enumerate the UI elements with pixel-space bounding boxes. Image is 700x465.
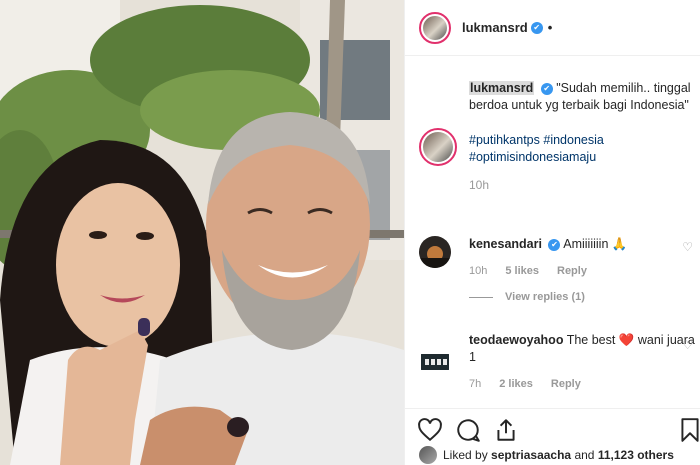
comment-time[interactable]: 10h	[469, 265, 487, 277]
comment-like-heart-icon[interactable]: ♡	[682, 338, 693, 352]
view-replies-label: View replies (1)	[505, 291, 585, 303]
hashtag-link[interactable]: #optimisindonesiamaju	[469, 150, 596, 164]
separator-dot: •	[547, 20, 553, 35]
action-bar	[405, 408, 700, 448]
heart-icon[interactable]	[417, 417, 443, 443]
verified-icon: ✔	[540, 82, 553, 95]
comment-item: teodaewoyahoo The best ❤️ wani juara 1 ♡…	[419, 332, 695, 390]
view-replies-button[interactable]: View replies (1)	[469, 291, 695, 303]
bookmark-icon[interactable]	[677, 417, 700, 443]
liked-by-row: Liked by septriasaacha and 11,123 others	[419, 446, 674, 464]
hashtag-list: #putihkantps #indonesia #optimisindonesi…	[469, 132, 691, 166]
caption-time[interactable]: 10h	[469, 178, 691, 192]
comment-text: Amiiiiiiin 🙏	[563, 237, 628, 251]
reply-button[interactable]: Reply	[557, 265, 587, 277]
liked-by-prefix: Liked by	[443, 448, 488, 462]
photo-illustration	[0, 0, 404, 465]
verified-icon: ✔	[548, 238, 561, 251]
comment-icon[interactable]	[455, 417, 481, 443]
hashtag-link[interactable]: #indonesia	[543, 133, 603, 147]
commenter-username[interactable]: kenesandari	[469, 237, 542, 251]
verified-icon: ✔	[530, 21, 543, 34]
share-icon[interactable]	[493, 417, 519, 443]
author-username[interactable]: lukmansrd	[462, 20, 528, 35]
comment-likes[interactable]: 5 likes	[505, 265, 539, 277]
comment-likes[interactable]: 2 likes	[499, 378, 533, 390]
comment-item: kenesandari ✔ Amiiiiiiin 🙏 ♡ 10h 5 likes…	[419, 236, 695, 303]
comment-time[interactable]: 7h	[469, 378, 481, 390]
post-photo[interactable]	[0, 0, 404, 465]
author-avatar[interactable]	[419, 11, 451, 44]
commenter-avatar[interactable]	[419, 236, 451, 268]
liked-by-and: and	[574, 448, 595, 462]
commenter-username[interactable]: teodaewoyahoo	[469, 333, 563, 347]
comment-like-heart-icon[interactable]: ♡	[682, 240, 693, 254]
liker-username[interactable]: septriasaacha	[491, 448, 571, 462]
caption-username[interactable]: lukmansrd	[469, 81, 535, 95]
post-side-panel: lukmansrd ✔ • lukmansrd ✔ "Sudah memilih…	[404, 0, 700, 465]
caption-avatar[interactable]	[419, 128, 457, 166]
reply-button[interactable]: Reply	[551, 378, 581, 390]
caption-block: lukmansrd ✔ "Sudah memilih.. tinggal ber…	[419, 80, 691, 192]
likes-count[interactable]: 11,123 others	[598, 448, 674, 462]
hashtag-link[interactable]: #putihkantps	[469, 133, 540, 147]
caption-text-row: lukmansrd ✔ "Sudah memilih.. tinggal ber…	[469, 80, 691, 114]
commenter-avatar[interactable]	[419, 346, 451, 378]
post-header: lukmansrd ✔ •	[405, 0, 700, 56]
liker-avatar[interactable]	[419, 446, 437, 464]
replies-divider	[469, 296, 493, 298]
